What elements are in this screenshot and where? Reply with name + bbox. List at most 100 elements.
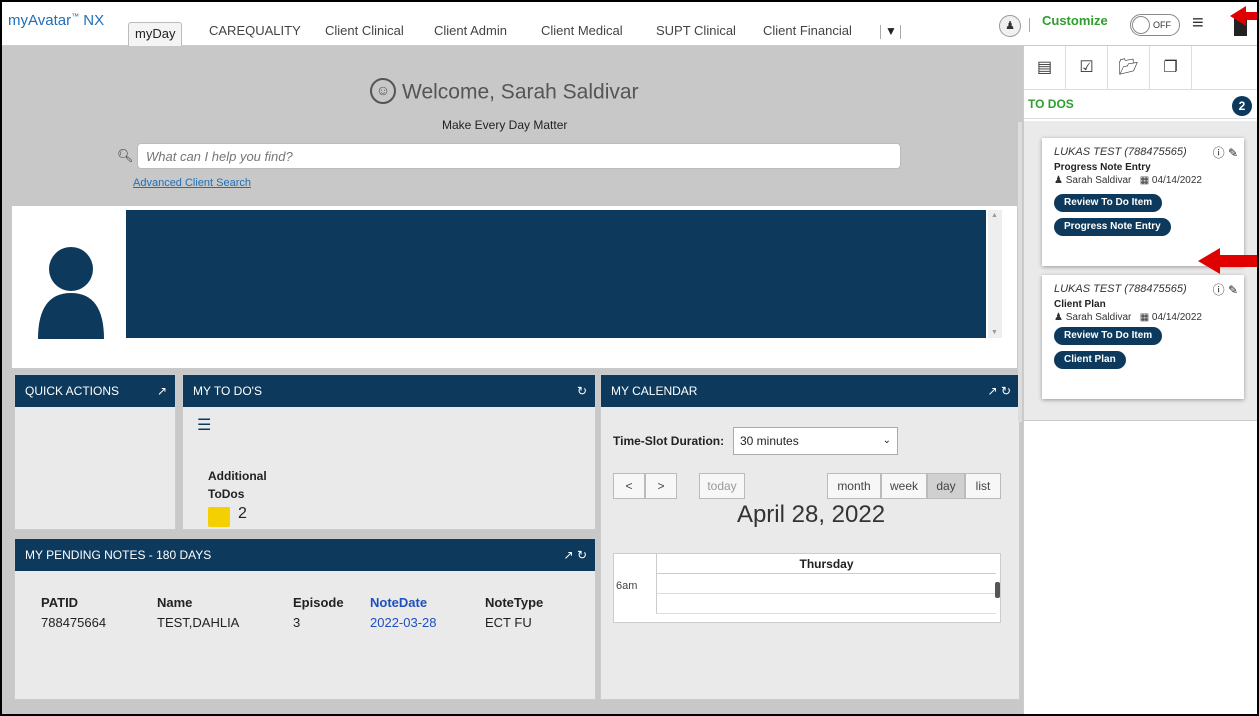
edit-icon[interactable]: ✎ (1228, 283, 1238, 297)
folder-open-icon[interactable]: 📂︎ (1108, 46, 1150, 90)
app-logo[interactable]: myAvatar™ NX (8, 12, 104, 29)
time-slot-duration-select[interactable]: 30 minutes ⌄ (733, 427, 898, 455)
external-link-icon[interactable]: ↗ (988, 384, 998, 398)
tab-client-financial[interactable]: Client Financial (763, 2, 852, 46)
search-icon: 🔍︎ (117, 148, 134, 163)
calendar-icon: ▦ (1139, 312, 1150, 323)
tab-client-clinical[interactable]: Client Clinical (325, 2, 404, 46)
copy-icon[interactable]: ❐ (1150, 46, 1192, 90)
advanced-client-search-link[interactable]: Advanced Client Search (133, 177, 251, 189)
external-link-icon[interactable]: ↗ (157, 375, 167, 407)
todo-type: Progress Note Entry (1054, 162, 1151, 173)
refresh-icon[interactable]: ↻ (577, 375, 587, 407)
additional-label-line1: Additional (208, 469, 267, 483)
todos-title: TO DOS (1028, 97, 1074, 111)
pending-tools: ↗ ↻ (564, 539, 587, 571)
calendar-today-button[interactable]: today (699, 473, 745, 499)
hamburger-menu-icon[interactable]: ≡ (1192, 12, 1204, 35)
pending-notes-title: MY PENDING NOTES - 180 DAYS (25, 548, 212, 562)
progress-note-entry-button[interactable]: Progress Note Entry (1054, 218, 1171, 236)
todo-date: 04/14/2022 (1151, 175, 1202, 186)
todo-card[interactable]: LUKAS TEST (788475565) ⓘ ✎ Client Plan ♟… (1042, 275, 1244, 399)
caret-down-icon: ▼ (885, 24, 897, 38)
right-panel-scrollbar[interactable] (1018, 122, 1022, 422)
welcome-section: ☺ Welcome, Sarah Saldivar Make Every Day … (2, 46, 1019, 204)
calendar-day-button[interactable]: day (927, 473, 965, 499)
calendar-date-title: April 28, 2022 (736, 501, 886, 528)
column-header[interactable]: NoteType (485, 595, 543, 610)
calendar-list-button[interactable]: list (965, 473, 1001, 499)
calendar-slot[interactable] (656, 594, 996, 614)
review-todo-button[interactable]: Review To Do Item (1054, 327, 1163, 345)
panel-tabs: ▤ ☑ 📂︎ ❐ (1024, 46, 1257, 90)
column-header-sorted[interactable]: NoteDate (370, 595, 437, 610)
logo-tm: ™ (71, 12, 80, 21)
my-calendar-widget: MY CALENDAR ↗ ↻ Time-Slot Duration: 30 m… (600, 374, 1020, 700)
annotation-arrow-icon (1198, 248, 1257, 274)
calendar-prev-button[interactable]: < (613, 473, 645, 499)
list-view-icon[interactable]: ▤ (1024, 46, 1066, 90)
calendar-scrollbar[interactable] (995, 582, 1000, 598)
banner-scrollbar[interactable]: ▲ ▼ (988, 210, 1002, 338)
column-header[interactable]: Episode (293, 595, 344, 610)
chevron-down-icon: ⌄ (882, 435, 891, 446)
quick-actions-header: QUICK ACTIONS ↗ (15, 375, 175, 407)
nav-more-dropdown[interactable]: ▼ (880, 24, 905, 39)
annotation-arrow-icon (1230, 6, 1257, 36)
my-calendar-title: MY CALENDAR (611, 384, 698, 398)
additional-todos-label: Additional ToDos (208, 467, 288, 503)
review-todo-button[interactable]: Review To Do Item (1054, 194, 1163, 212)
avatar (38, 247, 104, 339)
calendar-next-button[interactable]: > (645, 473, 677, 499)
tab-carequality[interactable]: CAREQUALITY (209, 2, 301, 46)
calendar-week-button[interactable]: week (881, 473, 927, 499)
table-cell: 3 (293, 615, 301, 630)
checkbox-icon[interactable]: ☑ (1066, 46, 1108, 90)
tab-supt-clinical[interactable]: SUPT Clinical (656, 2, 736, 46)
col-patid: PATID 788475664 (41, 595, 106, 630)
todo-card[interactable]: LUKAS TEST (788475565) ⓘ ✎ Progress Note… (1042, 138, 1244, 266)
logo-text: myAvatar (8, 12, 72, 29)
column-header[interactable]: PATID (41, 595, 106, 610)
search-input[interactable] (137, 143, 901, 169)
pending-notes-widget: MY PENDING NOTES - 180 DAYS ↗ ↻ PATID 78… (14, 538, 596, 700)
user-icon[interactable]: ♟ (999, 15, 1021, 37)
calendar-grid[interactable]: Thursday 6am (613, 553, 1001, 623)
customize-label[interactable]: Customize (1042, 13, 1108, 28)
customize-toggle[interactable]: OFF (1130, 14, 1180, 36)
edit-icon[interactable]: ✎ (1228, 146, 1238, 160)
column-header[interactable]: Name (157, 595, 239, 610)
calendar-slot[interactable] (656, 574, 996, 594)
info-icon[interactable]: ⓘ (1213, 146, 1225, 160)
todo-meta: ♟ Sarah Saldivar ▦ 04/14/2022 (1054, 175, 1202, 186)
client-plan-button[interactable]: Client Plan (1054, 351, 1126, 369)
list-icon[interactable]: ☰ (197, 415, 211, 435)
refresh-icon[interactable]: ↻ (1001, 384, 1011, 398)
scroll-down-icon[interactable]: ▼ (991, 329, 998, 336)
toggle-knob (1132, 16, 1150, 34)
tab-client-medical[interactable]: Client Medical (541, 2, 623, 46)
logo-suffix: NX (83, 12, 105, 29)
person-icon: ♟ (1054, 312, 1063, 323)
col-notedate: NoteDate 2022-03-28 (370, 595, 437, 630)
table-cell: TEST,DAHLIA (157, 615, 240, 630)
folder-icon[interactable] (208, 507, 230, 527)
top-nav: myAvatar™ NX myDay CAREQUALITY Client Cl… (2, 2, 1257, 46)
info-icon[interactable]: ⓘ (1213, 283, 1225, 297)
todo-card-icons: ⓘ ✎ (1213, 144, 1238, 161)
external-link-icon[interactable]: ↗ (564, 548, 574, 562)
tab-myday[interactable]: myDay (128, 22, 183, 46)
todos-panel: ▤ ☑ 📂︎ ❐ TO DOS 2 LUKAS TEST (788475565)… (1023, 46, 1257, 714)
nav-divider (1029, 18, 1030, 32)
refresh-icon[interactable]: ↻ (577, 548, 587, 562)
table-cell: 788475664 (41, 615, 107, 630)
my-calendar-header: MY CALENDAR ↗ ↻ (601, 375, 1019, 407)
table-cell-link[interactable]: 2022-03-28 (370, 615, 437, 630)
person-icon: ♟ (1054, 175, 1063, 186)
additional-todos-count: 2 (238, 505, 247, 522)
welcome-subtitle: Make Every Day Matter (442, 118, 568, 132)
todo-client: LUKAS TEST (788475565) (1054, 146, 1187, 158)
tab-client-admin[interactable]: Client Admin (434, 2, 507, 46)
scroll-up-icon[interactable]: ▲ (991, 212, 998, 219)
calendar-month-button[interactable]: month (827, 473, 881, 499)
